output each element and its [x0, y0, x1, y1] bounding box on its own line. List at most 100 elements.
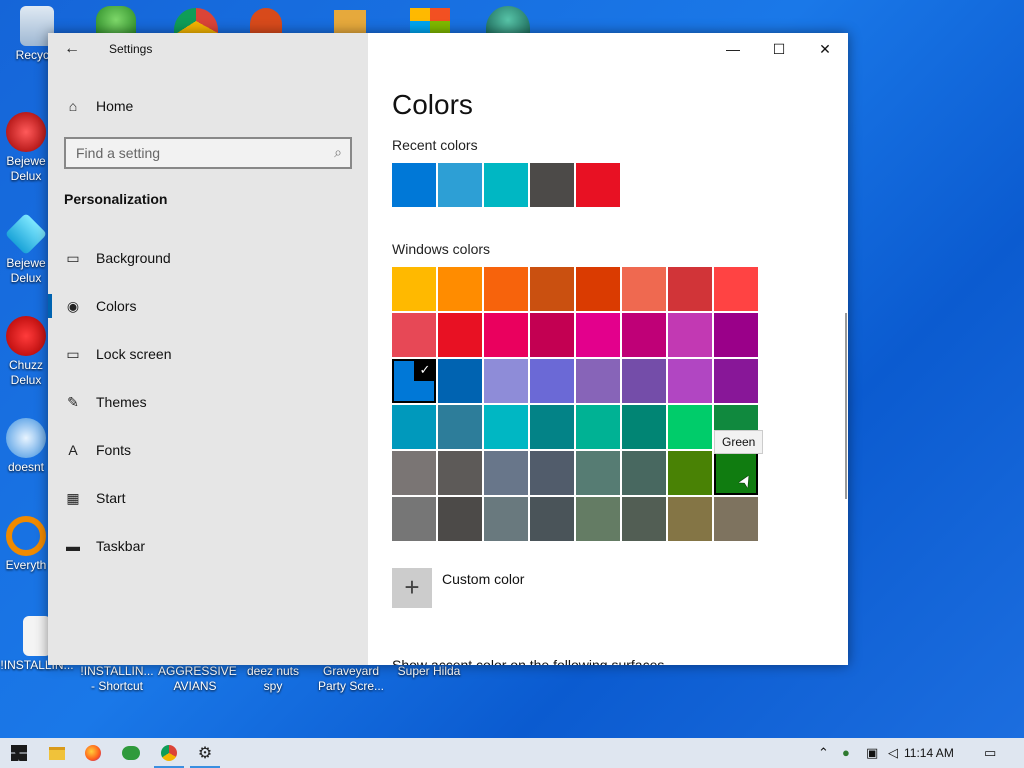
sidebar-item-home[interactable]: ⌂ Home: [48, 84, 368, 128]
recent-color-swatch[interactable]: [484, 163, 528, 207]
windows-color-swatch[interactable]: [484, 497, 528, 541]
desktop-icon-bejeweled-1[interactable]: Bejewe Delux: [0, 112, 52, 184]
windows-color-swatch[interactable]: [438, 267, 482, 311]
desktop-icon-aggressive-avians[interactable]: AGGRESSIVE AVIANS: [158, 664, 237, 694]
taskbar-settings[interactable]: ⚙: [186, 738, 224, 768]
windows-color-swatch[interactable]: [530, 267, 574, 311]
windows-color-swatch[interactable]: [438, 405, 482, 449]
windows-color-swatch[interactable]: [392, 267, 436, 311]
sidebar-item-fonts[interactable]: A Fonts: [48, 428, 368, 472]
windows-color-swatch[interactable]: [622, 313, 666, 357]
chevron-up-icon[interactable]: ⌃: [818, 745, 829, 761]
windows-color-swatch[interactable]: [392, 313, 436, 357]
clock[interactable]: 11:14 AM: [904, 746, 954, 760]
document-icon: [23, 616, 51, 656]
windows-color-swatch[interactable]: [714, 267, 758, 311]
windows-color-swatch[interactable]: [392, 405, 436, 449]
windows-color-swatch[interactable]: [714, 313, 758, 357]
desktop-icon-folder-game[interactable]: [334, 10, 366, 34]
windows-color-swatch[interactable]: [714, 497, 758, 541]
start-button[interactable]: [0, 738, 38, 768]
windows-color-swatch[interactable]: [438, 313, 482, 357]
windows-color-swatch[interactable]: [530, 313, 574, 357]
maximize-button[interactable]: ☐: [756, 33, 802, 65]
scrollbar-thumb[interactable]: [845, 313, 847, 499]
desktop-icon-doesnt[interactable]: doesnt: [0, 418, 52, 475]
sidebar-item-start[interactable]: ▦ Start: [48, 476, 368, 520]
windows-color-swatch[interactable]: [668, 497, 712, 541]
desktop-icon-windows-logo[interactable]: [410, 8, 450, 34]
user-tray-icon[interactable]: ●: [842, 745, 850, 760]
windows-color-swatch[interactable]: [622, 359, 666, 403]
windows-color-swatch[interactable]: [530, 497, 574, 541]
windows-color-swatch[interactable]: [438, 359, 482, 403]
windows-color-swatch[interactable]: [484, 267, 528, 311]
desktop-icon-game-red[interactable]: [250, 8, 282, 34]
recent-color-swatch[interactable]: [438, 163, 482, 207]
windows-color-swatch[interactable]: [622, 497, 666, 541]
windows-color-swatch[interactable]: [668, 313, 712, 357]
windows-color-swatch[interactable]: [668, 359, 712, 403]
windows-color-swatch[interactable]: [622, 405, 666, 449]
custom-color-button[interactable]: +: [392, 568, 432, 608]
windows-color-swatch[interactable]: [576, 451, 620, 495]
windows-color-swatch[interactable]: [392, 497, 436, 541]
windows-color-swatch[interactable]: [714, 359, 758, 403]
windows-color-swatch[interactable]: [530, 451, 574, 495]
windows-color-swatch[interactable]: [668, 405, 712, 449]
windows-color-swatch[interactable]: [668, 451, 712, 495]
sidebar-item-lock-screen[interactable]: ▭ Lock screen: [48, 332, 368, 376]
desktop-icon-super-hilda[interactable]: Super Hilda: [392, 664, 466, 679]
search-input[interactable]: [76, 145, 316, 161]
windows-colors-label: Windows colors: [392, 241, 491, 257]
sidebar-item-colors[interactable]: ◉ Colors: [48, 284, 368, 328]
action-center-icon[interactable]: ▭: [984, 745, 996, 761]
windows-color-swatch[interactable]: [438, 497, 482, 541]
windows-color-swatch[interactable]: [576, 497, 620, 541]
network-icon[interactable]: ▣: [866, 745, 878, 761]
desktop-icon-chuzzle[interactable]: Chuzz Delux: [0, 316, 52, 388]
sidebar-item-themes[interactable]: ✎ Themes: [48, 380, 368, 424]
taskbar-games[interactable]: [112, 738, 150, 768]
taskbar-file-explorer[interactable]: [38, 738, 76, 768]
back-button[interactable]: ←: [58, 37, 86, 61]
sidebar-item-taskbar[interactable]: ▬ Taskbar: [48, 524, 368, 568]
windows-color-swatch[interactable]: [530, 359, 574, 403]
windows-color-swatch[interactable]: [576, 359, 620, 403]
windows-color-swatch[interactable]: [668, 267, 712, 311]
desktop-icon-installing-shortcut[interactable]: !INSTALLIN... - Shortcut: [80, 664, 154, 694]
desktop-icon-bejeweled-2[interactable]: Bejewe Delux: [0, 212, 52, 286]
windows-color-swatch[interactable]: [576, 313, 620, 357]
recent-color-swatch[interactable]: [530, 163, 574, 207]
windows-color-swatch[interactable]: [576, 405, 620, 449]
custom-color-label[interactable]: Custom color: [442, 571, 524, 587]
windows-color-swatch[interactable]: [622, 451, 666, 495]
taskbar-firefox[interactable]: [74, 738, 112, 768]
recent-color-swatch[interactable]: [576, 163, 620, 207]
desktop-icon-chrome[interactable]: [174, 8, 218, 34]
close-button[interactable]: ✕: [802, 33, 848, 65]
windows-color-swatch[interactable]: [484, 451, 528, 495]
windows-color-swatch[interactable]: ✓: [392, 359, 436, 403]
plus-icon: +: [404, 572, 420, 602]
desktop-icon-character[interactable]: [486, 6, 530, 34]
minimize-button[interactable]: —: [710, 33, 756, 65]
windows-color-swatch[interactable]: [530, 405, 574, 449]
taskbar-chrome[interactable]: [150, 738, 188, 768]
windows-color-swatch[interactable]: [576, 267, 620, 311]
windows-color-swatch[interactable]: [484, 313, 528, 357]
recent-color-swatch[interactable]: [392, 163, 436, 207]
volume-icon[interactable]: ◁: [888, 745, 898, 761]
sidebar-item-background[interactable]: ▭ Background: [48, 236, 368, 280]
settings-window: ← Settings ⌂ Home ⌕ Personalization ▭ Ba…: [48, 33, 848, 665]
desktop-icon-everything[interactable]: Everyth: [0, 516, 52, 573]
desktop-icon-users[interactable]: [96, 6, 136, 34]
windows-color-swatch[interactable]: ➤: [714, 451, 758, 495]
windows-color-swatch[interactable]: [438, 451, 482, 495]
windows-color-swatch[interactable]: [484, 359, 528, 403]
desktop-icon-graveyard-party[interactable]: Graveyard Party Scre...: [314, 664, 388, 694]
windows-color-swatch[interactable]: [392, 451, 436, 495]
desktop-icon-deez-nuts-spy[interactable]: deez nuts spy: [236, 664, 310, 694]
windows-color-swatch[interactable]: [484, 405, 528, 449]
windows-color-swatch[interactable]: [622, 267, 666, 311]
